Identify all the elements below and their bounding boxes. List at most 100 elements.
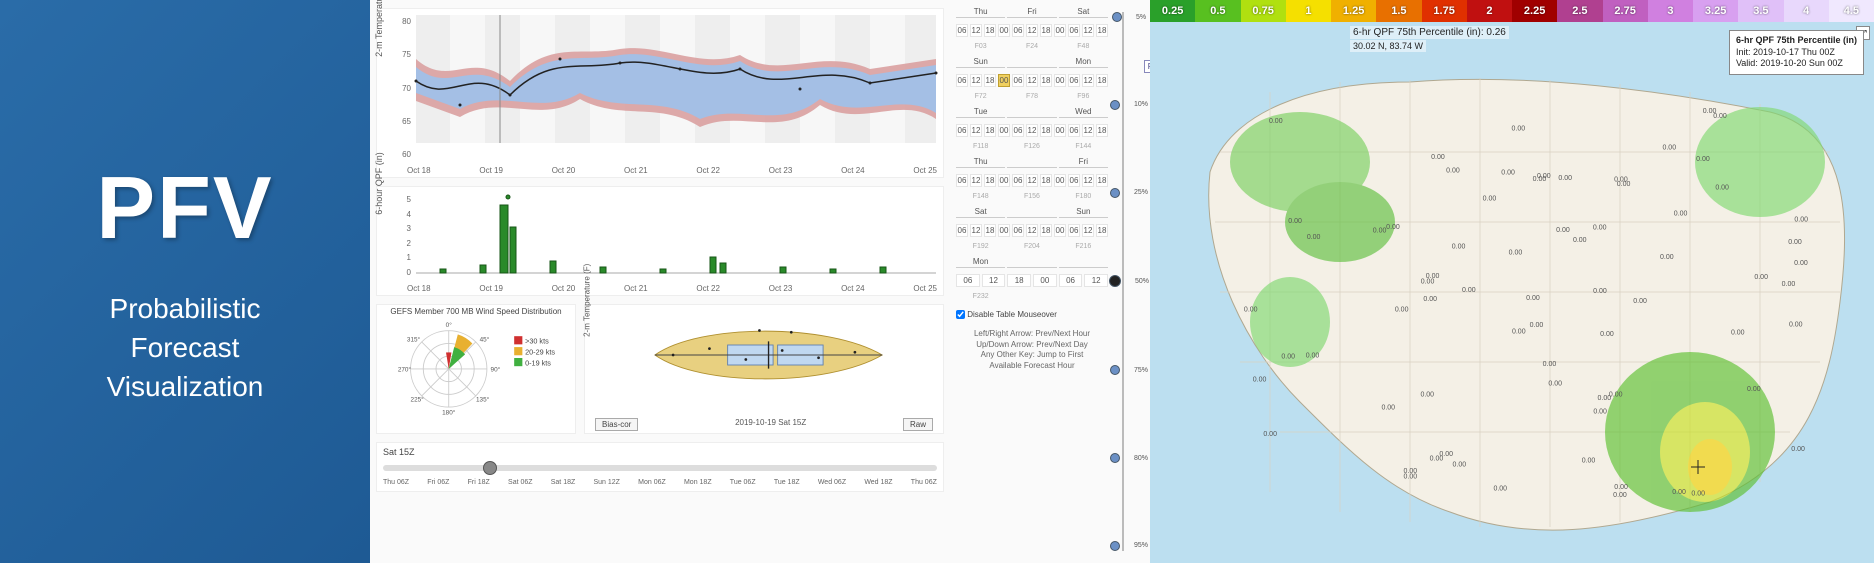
hour-cell[interactable]: 18 — [1096, 174, 1108, 187]
hour-cell[interactable]: 18 — [1096, 124, 1108, 137]
hour-cell[interactable]: 06 — [1068, 74, 1080, 87]
svg-text:0.00: 0.00 — [1548, 381, 1562, 388]
fhour-label: F78 — [1007, 93, 1056, 100]
qpf-chart[interactable]: 6-hour QPF (in) 543210 Oct 18Oct 19Oct 2… — [376, 186, 944, 296]
hour-cell[interactable]: 06 — [1068, 174, 1080, 187]
hour-cell[interactable]: 12 — [1084, 274, 1108, 287]
hour-cell[interactable]: 06 — [1012, 24, 1024, 37]
hour-cell[interactable]: 06 — [956, 74, 968, 87]
hour-cell[interactable]: 12 — [1026, 224, 1038, 237]
hour-cell[interactable]: 18 — [984, 124, 996, 137]
hour-cell[interactable]: 06 — [1012, 174, 1024, 187]
hour-cell[interactable]: 06 — [1012, 74, 1024, 87]
hour-cell[interactable]: 18 — [984, 174, 996, 187]
hour-cell[interactable]: 12 — [970, 124, 982, 137]
map-coord: 30.02 N, 83.74 W — [1350, 40, 1426, 52]
hour-cell[interactable]: 06 — [1068, 124, 1080, 137]
fhour-label: F148 — [956, 193, 1005, 200]
hour-cell[interactable]: 18 — [1040, 24, 1052, 37]
hour-cell[interactable]: 12 — [1026, 174, 1038, 187]
hour-cell[interactable]: 06 — [1068, 24, 1080, 37]
hour-cell[interactable]: 18 — [984, 24, 996, 37]
hour-cell[interactable]: 18 — [1007, 274, 1031, 287]
hour-cell[interactable]: 18 — [1040, 74, 1052, 87]
hour-cell[interactable]: 00 — [1054, 224, 1066, 237]
hour-cell[interactable]: 00 — [998, 124, 1010, 137]
violin-chart[interactable]: 2-m Temperature (F) Bias-cor 2019-10-19 … — [584, 304, 944, 434]
hour-cell[interactable]: 00 — [998, 24, 1010, 37]
slider-track[interactable] — [383, 465, 937, 471]
hour-cell[interactable]: 12 — [1082, 74, 1094, 87]
svg-text:20-29 kts: 20-29 kts — [525, 347, 555, 356]
hour-cell[interactable]: 12 — [1026, 124, 1038, 137]
hour-cell[interactable]: 12 — [1082, 24, 1094, 37]
hour-cell[interactable]: 12 — [970, 74, 982, 87]
colorbar-segment: 0.75 — [1241, 0, 1286, 22]
hour-cell[interactable]: 12 — [970, 224, 982, 237]
hour-cell[interactable]: 06 — [956, 124, 968, 137]
raw-button[interactable]: Raw — [903, 418, 933, 431]
hour-cell[interactable]: 06 — [1068, 224, 1080, 237]
hour-cell[interactable]: 00 — [1054, 74, 1066, 87]
hour-cell[interactable]: 00 — [998, 74, 1010, 87]
svg-text:0.00: 0.00 — [1633, 298, 1647, 305]
hour-cell[interactable]: 06 — [956, 274, 980, 287]
hour-cell[interactable]: 00 — [1033, 274, 1057, 287]
percentile-slider[interactable]: 5% 10% 25% 50% 75% 80% 95% — [1114, 6, 1144, 557]
fhour-label: F118 — [956, 143, 1005, 150]
windrose-chart[interactable]: GEFS Member 700 MB Wind Speed Distributi… — [376, 304, 576, 434]
temperature-fan-chart[interactable]: 2-m Temperature (F) 8075706560 Oct 18Oct… — [376, 8, 944, 178]
hour-cell[interactable]: 06 — [1012, 124, 1024, 137]
day-label — [1007, 256, 1056, 268]
hour-cell[interactable]: 12 — [970, 174, 982, 187]
hour-cell[interactable]: 00 — [1054, 24, 1066, 37]
hour-cell[interactable]: 00 — [998, 224, 1010, 237]
windrose-title: GEFS Member 700 MB Wind Speed Distributi… — [377, 305, 575, 318]
svg-text:0.00: 0.00 — [1244, 306, 1258, 313]
forecast-map[interactable]: 0.250.50.7511.251.51.7522.252.52.7533.25… — [1150, 0, 1874, 563]
disable-mouseover-checkbox[interactable]: Disable Table Mouseover — [956, 310, 1108, 319]
hour-cell[interactable]: 12 — [1082, 124, 1094, 137]
hour-cell[interactable]: 12 — [1082, 224, 1094, 237]
hour-cell[interactable]: 00 — [1054, 124, 1066, 137]
slider-thumb[interactable] — [483, 461, 497, 475]
hour-cell[interactable]: 18 — [1040, 224, 1052, 237]
colorbar-segment: 2 — [1467, 0, 1512, 22]
hour-cell[interactable]: 06 — [1012, 224, 1024, 237]
hour-cell[interactable]: 06 — [956, 24, 968, 37]
y-ticks: 8075706560 — [395, 17, 411, 159]
colorbar-segment: 3.5 — [1738, 0, 1783, 22]
hour-cell[interactable]: 18 — [984, 74, 996, 87]
time-slider[interactable]: Sat 15Z Thu 06ZFri 06ZFri 18ZSat 06ZSat … — [376, 442, 944, 492]
svg-text:0.00: 0.00 — [1754, 274, 1768, 281]
qpf-svg — [377, 187, 943, 279]
hour-cell[interactable]: 12 — [982, 274, 1006, 287]
fhour-label — [1059, 293, 1108, 300]
hour-cell[interactable]: 18 — [1096, 74, 1108, 87]
svg-text:0.00: 0.00 — [1691, 491, 1705, 498]
charts-panel: 2-m Temperature (F) 8075706560 Oct 18Oct… — [370, 0, 950, 563]
hour-cell[interactable]: 00 — [998, 174, 1010, 187]
bias-cor-button[interactable]: Bias-cor — [595, 418, 638, 431]
hour-cell[interactable]: 18 — [984, 224, 996, 237]
svg-text:0.00: 0.00 — [1789, 321, 1803, 328]
hour-cell[interactable]: 06 — [1059, 274, 1083, 287]
day-label: Mon — [956, 256, 1005, 268]
hour-cell[interactable]: 12 — [1026, 24, 1038, 37]
hour-cell[interactable]: 18 — [1096, 24, 1108, 37]
hour-cell[interactable]: 12 — [1026, 74, 1038, 87]
hour-cell[interactable]: 12 — [1082, 174, 1094, 187]
hour-cell[interactable]: 06 — [956, 174, 968, 187]
fhour-label: F24 — [1007, 43, 1056, 50]
colorbar-segment: 1 — [1286, 0, 1331, 22]
svg-text:0.00: 0.00 — [1373, 227, 1387, 234]
hour-cell[interactable]: 18 — [1096, 224, 1108, 237]
hour-cell[interactable]: 00 — [1054, 174, 1066, 187]
svg-text:0.00: 0.00 — [1493, 486, 1507, 493]
svg-text:0.00: 0.00 — [1288, 218, 1302, 225]
hour-cell[interactable]: 12 — [970, 24, 982, 37]
svg-text:0.00: 0.00 — [1452, 244, 1466, 251]
hour-cell[interactable]: 18 — [1040, 174, 1052, 187]
hour-cell[interactable]: 18 — [1040, 124, 1052, 137]
hour-cell[interactable]: 06 — [956, 224, 968, 237]
